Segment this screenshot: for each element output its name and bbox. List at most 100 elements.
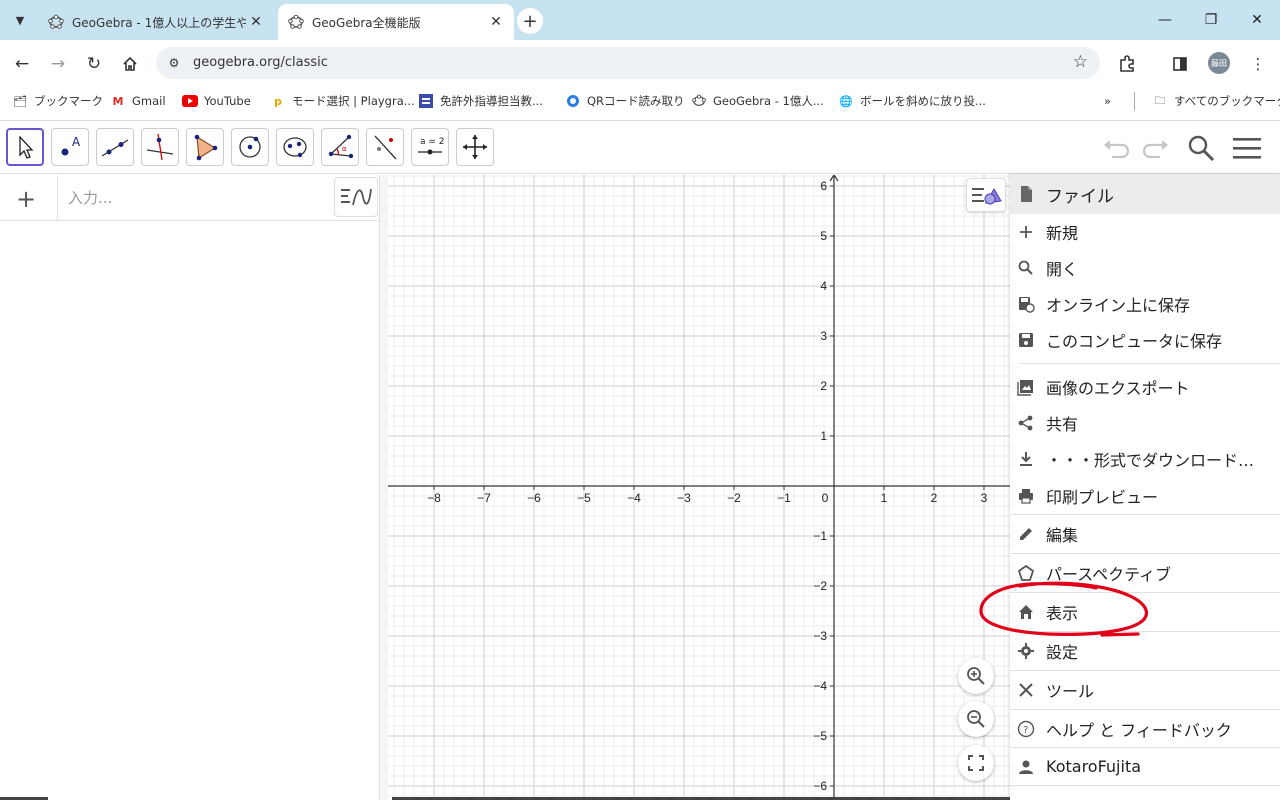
tab-geogebra-home[interactable]: GeoGebra - 1億人以上の学生や ✕ bbox=[38, 4, 274, 40]
tool-line[interactable] bbox=[96, 128, 134, 166]
menu-label: 設定 bbox=[1046, 643, 1079, 662]
close-icon[interactable]: ✕ bbox=[246, 12, 266, 32]
bookmark-item[interactable]: p モード選択 | Playgra... bbox=[270, 92, 415, 110]
perspective-icon bbox=[1017, 564, 1035, 582]
star-icon[interactable]: ☆ bbox=[1073, 52, 1088, 72]
tool-move-graphics[interactable] bbox=[456, 128, 494, 166]
menu-label: 開く bbox=[1046, 260, 1079, 279]
tool-slider[interactable]: a = 2 bbox=[411, 128, 449, 166]
zoom-out-button[interactable] bbox=[958, 701, 994, 737]
divider bbox=[1020, 363, 1280, 364]
menu-item-account[interactable]: KotaroFujita bbox=[1010, 748, 1280, 786]
site-info-icon[interactable]: ⚙ bbox=[164, 53, 184, 73]
menu-item-download-as[interactable]: ・・・形式でダウンロード… bbox=[1010, 441, 1280, 477]
tool-perpendicular[interactable] bbox=[141, 128, 179, 166]
svg-text:A: A bbox=[72, 135, 81, 149]
menu-item-file[interactable]: ファイル bbox=[1010, 174, 1280, 214]
menu-label: パースペクティブ bbox=[1046, 565, 1172, 584]
plus-icon[interactable]: + bbox=[16, 185, 36, 213]
x-tick-label: −1 bbox=[777, 491, 791, 505]
menu-item-print-preview[interactable]: 印刷プレビュー bbox=[1010, 477, 1280, 515]
bookmark-item[interactable]: 🌐 ボールを斜めに放り投... bbox=[838, 92, 986, 110]
zoom-in-button[interactable] bbox=[958, 658, 994, 694]
globe-icon: 🌐 bbox=[839, 94, 853, 108]
move-arrows-icon bbox=[463, 135, 487, 159]
ellipse-icon bbox=[283, 137, 307, 158]
bookmark-label: GeoGebra - 1億人... bbox=[713, 94, 824, 108]
minimize-button[interactable]: — bbox=[1142, 8, 1188, 32]
y-tick-label: −2 bbox=[813, 579, 827, 593]
bookmark-item[interactable]: 🗂 ブックマーク bbox=[12, 92, 103, 110]
file-icon bbox=[1017, 185, 1035, 203]
menu-item-save-online[interactable]: オンライン上に保存 bbox=[1010, 286, 1280, 322]
tool-point[interactable]: A bbox=[51, 128, 89, 166]
reload-button[interactable]: ↻ bbox=[80, 50, 108, 78]
menu-item-tools[interactable]: ツール bbox=[1010, 671, 1280, 710]
menu-item-help[interactable]: ? ヘルプ と フィードバック bbox=[1010, 710, 1280, 748]
forms-icon bbox=[418, 94, 434, 108]
menu-label: ・・・形式でダウンロード… bbox=[1046, 451, 1255, 470]
avatar[interactable]: 藤田 bbox=[1208, 52, 1230, 74]
more-vert-icon: ⋮ bbox=[1250, 55, 1266, 73]
arrow-right-icon: → bbox=[50, 54, 66, 74]
bookmarks-overflow-button[interactable]: » bbox=[1104, 92, 1111, 110]
browser-menu-button[interactable]: ⋮ bbox=[1246, 52, 1270, 76]
bookmark-item[interactable]: 免許外指導担当教... bbox=[418, 92, 543, 110]
x-tick-label: 0 bbox=[822, 491, 829, 505]
forward-button[interactable]: → bbox=[44, 50, 72, 78]
tab-search-button[interactable]: ▼ bbox=[8, 8, 32, 32]
search-button[interactable] bbox=[1184, 133, 1218, 163]
bookmark-item[interactable]: M Gmail bbox=[110, 92, 166, 110]
tool-ellipse[interactable] bbox=[276, 128, 314, 166]
menu-item-new[interactable]: 新規 bbox=[1010, 214, 1280, 250]
menu-item-save-local[interactable]: このコンピュータに保存 bbox=[1010, 322, 1280, 358]
window-close-button[interactable]: ✕ bbox=[1234, 8, 1280, 32]
menu-item-view[interactable]: 表示 bbox=[1010, 593, 1280, 632]
fullscreen-button[interactable] bbox=[958, 745, 994, 781]
side-panel-button[interactable] bbox=[1168, 52, 1192, 76]
back-button[interactable]: ← bbox=[8, 50, 36, 78]
tool-circle[interactable] bbox=[231, 128, 269, 166]
home-button[interactable] bbox=[116, 50, 144, 78]
menu-item-export-image[interactable]: 画像のエクスポート bbox=[1010, 369, 1280, 405]
extensions-button[interactable] bbox=[1115, 52, 1139, 76]
main-menu-button[interactable] bbox=[1230, 133, 1264, 163]
gear-icon bbox=[1017, 642, 1035, 660]
menu-item-edit[interactable]: 編集 bbox=[1010, 515, 1280, 554]
tool-reflect[interactable] bbox=[366, 128, 404, 166]
menu-item-share[interactable]: 共有 bbox=[1010, 405, 1280, 441]
algebra-view: + 入力... bbox=[0, 175, 380, 800]
algebra-style-button[interactable] bbox=[334, 177, 378, 217]
x-tick-label: −7 bbox=[477, 491, 491, 505]
puzzle-icon bbox=[1120, 55, 1134, 72]
redo-button[interactable] bbox=[1138, 133, 1172, 163]
tool-move[interactable] bbox=[6, 128, 44, 166]
menu-item-perspectives[interactable]: パースペクティブ bbox=[1010, 554, 1280, 593]
x-tick-label: −5 bbox=[577, 491, 591, 505]
save-icon bbox=[1017, 331, 1035, 349]
tool-polygon[interactable] bbox=[186, 128, 224, 166]
home-icon bbox=[1017, 603, 1035, 621]
graphics-style-bar-button[interactable] bbox=[966, 178, 1006, 212]
tool-angle[interactable]: α bbox=[321, 128, 359, 166]
x-tick-label: 2 bbox=[931, 491, 938, 505]
new-tab-button[interactable]: + bbox=[517, 8, 543, 34]
x-tick-label: −6 bbox=[527, 491, 541, 505]
menu-item-open[interactable]: 開く bbox=[1010, 250, 1280, 286]
tab-title: GeoGebra全機能版 bbox=[312, 15, 421, 30]
bookmark-item[interactable]: YouTube bbox=[182, 92, 251, 110]
close-icon: ✕ bbox=[1251, 12, 1263, 28]
bookmark-item[interactable]: QRコード読み取り bbox=[565, 92, 685, 110]
bookmark-item[interactable]: GeoGebra - 1億人... bbox=[691, 92, 824, 110]
all-bookmarks-button[interactable]: 🗀 すべてのブックマーク bbox=[1152, 92, 1280, 110]
restore-button[interactable]: ❐ bbox=[1188, 8, 1234, 32]
bookmark-label: すべてのブックマーク bbox=[1174, 94, 1280, 108]
address-bar[interactable]: ⚙ geogebra.org/classic ☆ bbox=[156, 47, 1100, 79]
undo-button[interactable] bbox=[1100, 133, 1134, 163]
view-divider[interactable] bbox=[380, 175, 388, 800]
tab-geogebra-classic[interactable]: GeoGebra全機能版 ✕ bbox=[278, 4, 514, 40]
close-icon[interactable]: ✕ bbox=[486, 12, 506, 32]
algebra-input[interactable]: 入力... bbox=[68, 187, 112, 208]
x-tick-label: −8 bbox=[427, 491, 441, 505]
menu-item-settings[interactable]: 設定 bbox=[1010, 632, 1280, 671]
